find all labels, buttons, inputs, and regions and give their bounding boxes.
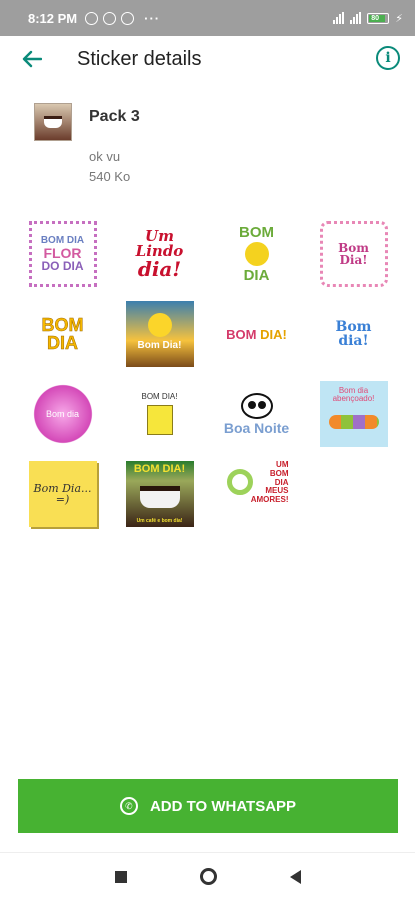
sticker-image: Bom dia! [320,301,388,367]
coffee-mug-icon [139,486,180,508]
sticker-image: Bom Dia! [125,301,194,367]
status-right: 80 ⚡ [333,12,403,25]
sticker-item[interactable]: UM BOM DIA MEUS AMORES! [208,454,305,534]
sticker-text: BOM [239,224,274,241]
coffee-cup-icon [44,116,62,128]
sticker-image: BOM DIA! [126,381,194,447]
sticker-text: Bom dia [45,408,80,419]
info-button[interactable]: i [376,46,400,70]
back-button[interactable] [18,45,46,73]
app-notification-icon [121,11,135,25]
add-to-whatsapp-button[interactable]: ✆ ADD TO WHATSAPP [18,779,398,833]
cell-signal-icon [350,12,362,24]
system-back-button[interactable] [289,869,301,884]
arrow-left-icon [22,50,42,68]
sticker-text: DO DIA [41,259,84,273]
sticker-text: DIA [243,267,270,284]
recents-button[interactable] [114,870,127,883]
sticker-text: BOM [41,315,84,335]
birds-icon [328,415,379,429]
sticker-text: Bom Dia! [338,241,369,267]
sticker-text: AMORES! [250,495,289,505]
sticker-text: BOM DIA! [141,392,178,401]
info-icon: i [385,50,391,66]
sticker-text: Um café e bom dia! [136,518,183,524]
sticker-text: DIA [47,333,79,353]
charging-icon: ⚡ [395,12,403,25]
status-time: 8:12 PM [28,10,78,26]
sticker-text: Bom Dia! [137,340,182,351]
sticker-text: =) [55,493,70,506]
pack-tray-icon [34,103,72,141]
sticker-image: BOM DIA FLOR DO DIA [28,221,97,287]
whatsapp-icon: ✆ [119,797,138,815]
sticker-image: Bom Dia... =) [28,461,97,527]
sticker-item[interactable]: BOM DIA! Um café e bom dia! [111,454,208,534]
sticker-item[interactable]: Bom Dia! [111,294,208,374]
sticker-image: Bom Dia! [319,221,388,287]
home-button[interactable] [199,868,217,885]
pack-name: Pack 3 [89,108,140,125]
sticker-item[interactable]: Bom Dia... =) [14,454,111,534]
sticker-image: Bom dia abençoado! [319,381,388,447]
system-nav-bar [0,852,415,900]
sticker-image: BOM DIA [29,301,97,367]
pack-size: 540 Ko [89,169,131,184]
whatsapp-notification-icon [85,11,99,25]
sticker-item[interactable]: Boa Noite [208,374,305,454]
sticker-item[interactable]: BOM DIA [208,214,305,294]
add-to-whatsapp-label: ADD TO WHATSAPP [149,797,297,815]
sticker-item[interactable]: BOM DIA FLOR DO DIA [14,214,111,294]
sticker-text: Bom dia! [335,319,372,349]
pack-publisher: ok vu [89,149,121,164]
sticker-item[interactable]: Um Lindo dia! [111,214,208,294]
sticker-item[interactable]: Bom dia! [305,294,402,374]
sticker-image: Bom dia [28,381,97,447]
battery-icon: 80 [367,12,390,24]
page-title: Sticker details [77,48,202,70]
sticker-image: Um Lindo dia! [126,221,194,287]
wifi-signal-icon [333,12,345,24]
sticker-text: Bom dia abençoado! [332,386,375,403]
status-bar: 8:12 PM ··· 80 ⚡ [0,0,415,36]
sticker-text: BOM DIA! [133,463,186,475]
sticker-text: FLOR [43,245,82,261]
sticker-item[interactable]: BOM DIA! [111,374,208,454]
notification-icons [85,11,135,25]
sticker-text: BOM DIA! [226,328,287,341]
battery-level: 80 [371,14,380,22]
flower-icon [226,469,253,495]
smiley-sun-icon [244,242,269,266]
sticker-text-part: BOM [226,326,261,342]
sticker-text: Boa Noite [223,420,290,436]
smiley-sun-icon [147,313,172,337]
sticker-item[interactable]: BOM DIA [14,294,111,374]
sticker-item[interactable]: Bom dia abençoado! [305,374,402,454]
sponge-character-icon [146,405,173,435]
sticker-item[interactable]: Bom Dia! [305,214,402,294]
sticker-image: Boa Noite [223,381,291,447]
sticker-image: BOM DIA! Um café e bom dia! [125,461,194,527]
sticker-image: UM BOM DIA MEUS AMORES! [223,461,291,527]
sync-notification-icon [103,11,117,25]
sticker-image: BOM DIA! [223,301,291,367]
sticker-text: dia! [137,257,182,281]
more-notifications-icon: ··· [144,10,161,26]
panda-icon [240,393,273,419]
sticker-image: BOM DIA [223,221,291,287]
sticker-item[interactable]: Bom dia [14,374,111,454]
sticker-grid: BOM DIA FLOR DO DIA Um Lindo dia! BOM DI… [14,214,402,534]
app-bar: Sticker details i [0,36,415,82]
sticker-text-part: DIA! [260,326,287,342]
sticker-item[interactable]: BOM DIA! [208,294,305,374]
